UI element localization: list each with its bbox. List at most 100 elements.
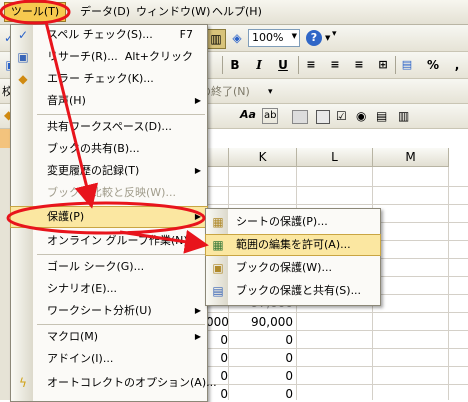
column-header-j[interactable] [205, 148, 229, 167]
menu-item-label: ブックの共有(B)... [47, 142, 140, 155]
button-tool-icon[interactable] [316, 110, 330, 124]
cell-j-partial[interactable]: 000 [206, 314, 229, 330]
menu-item-label: マクロ(M) [47, 330, 99, 343]
menu-item-label: 保護(P) [47, 210, 85, 223]
menu-item-scenarios[interactable]: シナリオ(E)... [11, 279, 207, 299]
column-m-label: M [405, 150, 416, 164]
menu-data-label: データ(D) [80, 5, 131, 18]
menu-item-compare-merge: ブックの比較と反映(W)... [11, 183, 207, 203]
group-box-icon[interactable] [292, 110, 308, 124]
protection-submenu: ▦ シートの保護(P)... ▦ 範囲の編集を許可(A)... ▣ ブックの保護(W)… [205, 208, 381, 306]
tools-menu: ✓ スペル チェック(S)... F7 ▣ リサーチ(R)... Alt+クリック ◆ エ… [10, 24, 217, 402]
menu-item-label: ブックの比較と反映(W)... [47, 186, 176, 199]
submenu-arrow-icon: ▶ [194, 212, 201, 221]
menu-item-label: シートの保護(P)... [236, 215, 328, 228]
menu-item-label: ワークシート分析(U) [47, 304, 152, 317]
zoom-value: 100% [252, 31, 284, 44]
label-tool[interactable]: Aa [240, 108, 256, 121]
cell-zero[interactable]: 0 [231, 332, 293, 348]
cell-k-value[interactable]: 90,000 [231, 314, 293, 330]
menu-help[interactable]: ヘルプ(H) [212, 4, 262, 20]
menu-tools[interactable]: ツール(T) [4, 2, 66, 22]
column-header-m[interactable]: M [373, 148, 449, 167]
menu-item-addins[interactable]: アドイン(I)... [11, 349, 207, 369]
menu-data[interactable]: データ(D) [80, 4, 130, 20]
bold-button[interactable]: B [226, 56, 244, 74]
submenu-item-protect-sheet[interactable]: ▦ シートの保護(P)... [206, 212, 380, 232]
column-header-k[interactable]: K [229, 148, 297, 167]
toolbar-options-icon[interactable]: ▾ [268, 87, 273, 97]
align-right-icon[interactable]: ≡ [350, 56, 368, 74]
menu-item-share-workbook[interactable]: ブックの共有(B)... [11, 139, 207, 159]
align-left-icon[interactable]: ≡ [302, 56, 320, 74]
combo-tool-icon[interactable]: ▥ [398, 109, 409, 123]
menu-item-online-collaboration[interactable]: オンライン グループ作業(N) ▶ [11, 231, 207, 251]
lightning-icon: ϟ [19, 376, 27, 390]
italic-button[interactable]: I [250, 56, 268, 74]
menu-item-label: リサーチ(R)... [47, 50, 118, 63]
menu-window-label: ウィンドウ(W) [136, 5, 211, 18]
menu-item-spell-check[interactable]: ✓ スペル チェック(S)... F7 [11, 25, 207, 45]
menu-item-label: エラー チェック(K)... [47, 72, 154, 85]
menu-item-autocorrect[interactable]: ϟ オートコレクトのオプション(A)... [11, 373, 217, 393]
menu-item-research[interactable]: ▣ リサーチ(R)... Alt+クリック [11, 47, 207, 67]
menu-item-macro[interactable]: マクロ(M) ▶ [11, 327, 207, 347]
submenu-arrow-icon: ▶ [194, 236, 201, 245]
submenu-arrow-icon: ▶ [194, 332, 201, 341]
comma-button[interactable]: , [448, 56, 466, 74]
listbox-tool-icon[interactable]: ▤ [376, 109, 387, 123]
column-k-label: K [258, 150, 267, 164]
submenu-item-protect-share-workbook[interactable]: ▤ ブックの保護と共有(S)... [206, 281, 380, 301]
menu-item-protection[interactable]: 保護(P) ▶ [10, 206, 208, 228]
menu-item-shared-workspace[interactable]: 共有ワークスペース(D)... [11, 117, 207, 137]
submenu-item-allow-edit-ranges[interactable]: ▦ 範囲の編集を許可(A)... [205, 234, 381, 256]
menu-tools-label: ツール(T) [10, 5, 60, 18]
checkbox-tool-icon[interactable]: ☑ [336, 109, 347, 123]
allow-edit-ranges-icon: ▦ [212, 238, 224, 252]
menu-item-label: オートコレクトのオプション(A)... [47, 376, 217, 389]
chart-wizard-icon[interactable]: ▥ [206, 29, 226, 49]
menu-item-error-check[interactable]: ◆ エラー チェック(K)... [11, 69, 207, 89]
cell-zero[interactable]: 0 [231, 350, 293, 366]
align-center-icon[interactable]: ≡ [326, 56, 344, 74]
menu-item-label: 範囲の編集を許可(A)... [236, 238, 351, 251]
column-header-l[interactable]: L [297, 148, 373, 167]
menu-help-label: ヘルプ(H) [212, 5, 262, 18]
menu-window[interactable]: ウィンドウ(W) [136, 4, 210, 20]
zoom-select[interactable]: 100% ▼ [248, 29, 300, 47]
menu-item-formula-auditing[interactable]: ワークシート分析(U) ▶ [11, 301, 207, 321]
menu-item-label: ブックの保護と共有(S)... [236, 284, 362, 297]
menu-item-label: ゴール シーク(G)... [47, 260, 145, 273]
menu-item-label: 共有ワークスペース(D)... [47, 120, 172, 133]
submenu-item-protect-workbook[interactable]: ▣ ブックの保護(W)... [206, 258, 380, 278]
help-icon[interactable]: ? [306, 30, 322, 46]
toolbar-options-icon[interactable]: ▾ [332, 29, 337, 39]
submenu-arrow-icon: ▶ [194, 306, 201, 315]
protect-workbook-icon: ▣ [212, 261, 224, 275]
cell-zero[interactable]: 0 [206, 350, 228, 366]
drawing-icon[interactable]: ◈ [228, 29, 246, 47]
research-icon: ▣ [17, 50, 29, 64]
percent-button[interactable]: % [424, 56, 442, 74]
menu-item-track-changes[interactable]: 変更履歴の記録(T) ▶ [11, 161, 207, 181]
menu-item-label: ブックの保護(W)... [236, 261, 332, 274]
menu-item-label: 音声(H) [47, 94, 86, 107]
protect-sheet-icon: ▦ [212, 215, 224, 229]
menu-item-label: オンライン グループ作業(N) [47, 234, 188, 247]
menu-item-goal-seek[interactable]: ゴール シーク(G)... [11, 257, 207, 277]
cell-zero[interactable]: 0 [206, 332, 228, 348]
menu-item-label: シナリオ(E)... [47, 282, 118, 295]
chevron-down-icon[interactable]: ▼ [325, 34, 330, 42]
menu-bar: ツール(T) データ(D) ウィンドウ(W) ヘルプ(H) [0, 0, 468, 25]
menu-item-label: アドイン(I)... [47, 352, 114, 365]
radio-tool-icon[interactable]: ◉ [356, 109, 366, 123]
menu-item-label: スペル チェック(S)... [47, 28, 153, 41]
edit-box-tool[interactable]: ab [262, 108, 279, 124]
error-check-icon: ◆ [18, 72, 28, 86]
currency-icon[interactable]: ▤ [398, 56, 416, 74]
merge-center-icon[interactable]: ⊞ [374, 56, 392, 74]
underline-button[interactable]: U [274, 56, 292, 74]
cell-zero[interactable]: 0 [231, 368, 293, 384]
menu-item-speech[interactable]: 音声(H) ▶ [11, 91, 207, 111]
submenu-arrow-icon: ▶ [194, 166, 201, 175]
